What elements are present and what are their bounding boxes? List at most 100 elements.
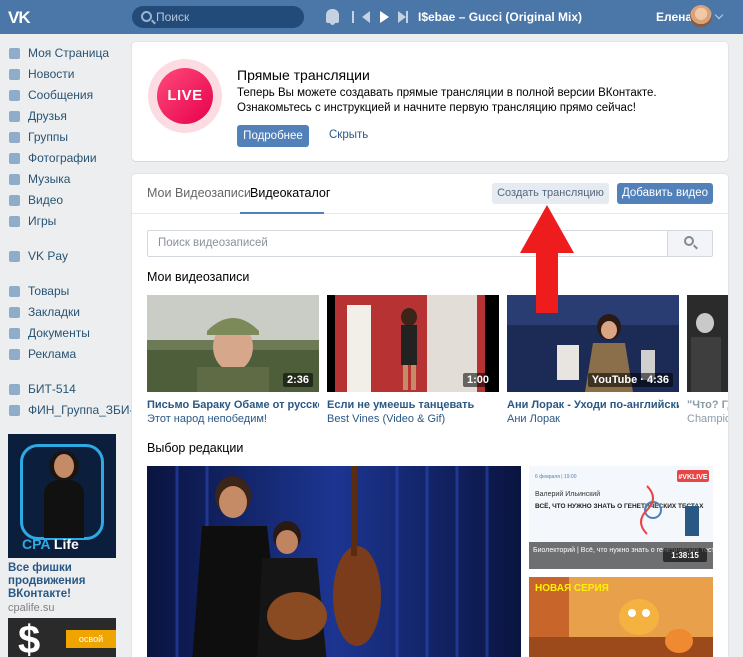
left-sidebar: Моя Страница Новости Сообщения Друзья Группы…: [0, 34, 147, 421]
sidebar-item[interactable]: Группы: [0, 127, 125, 148]
featured-video[interactable]: [147, 466, 521, 657]
add-video-button[interactable]: Добавить видео: [617, 183, 713, 204]
create-stream-button[interactable]: Создать трансляцию: [492, 183, 609, 204]
ad-person-image: [42, 451, 86, 540]
group-icon: [9, 405, 20, 416]
user-name[interactable]: Елена: [656, 10, 692, 24]
video-subtitle[interactable]: Best Vines (Video & Gif): [327, 413, 499, 425]
more-button[interactable]: Подробнее: [237, 125, 309, 147]
notifications-bell-icon[interactable]: [326, 9, 339, 25]
video-search-input[interactable]: Поиск видеозаписей: [147, 230, 713, 257]
video-search-button[interactable]: [667, 231, 712, 256]
sidebar-item-label: Реклама: [28, 347, 77, 361]
video-tabs: Мои Видеозаписи Видеокаталог Создать тра…: [132, 174, 728, 214]
video-duration: 2:36: [282, 373, 313, 387]
my-videos-heading: Мои видеозаписи: [147, 270, 250, 284]
sidebar-item[interactable]: Сообщения: [0, 85, 125, 106]
active-tab-indicator: [240, 212, 324, 214]
top-search-input[interactable]: Поиск: [132, 6, 304, 28]
vkpay-icon: [9, 251, 20, 262]
next-track-icon[interactable]: [398, 11, 408, 23]
sidebar-item-label: Музыка: [28, 172, 71, 186]
vk-logo-icon[interactable]: VK: [8, 8, 33, 27]
side1-speaker: Валерий Ильинский: [535, 490, 600, 498]
video-section: Мои Видеозаписи Видеокаталог Создать тра…: [132, 174, 728, 657]
search-icon: [141, 11, 152, 22]
sidebar-item[interactable]: Закладки: [0, 302, 125, 323]
friends-icon: [9, 111, 20, 122]
video-title[interactable]: Письмо Бараку Обаме от русского ср...: [147, 399, 319, 411]
current-track[interactable]: I$ebae – Gucci (Original Mix): [418, 10, 582, 24]
ads-icon: [9, 349, 20, 360]
sidebar-item-label: Товары: [28, 284, 70, 298]
sidebar-item-label: Моя Страница: [28, 46, 110, 60]
sidebar-ad-2[interactable]: $ освой: [8, 618, 116, 657]
sidebar-item-label: Игры: [28, 214, 57, 228]
chevron-down-icon[interactable]: [714, 10, 724, 20]
sidebar-item-label: Новости: [28, 67, 75, 81]
sidebar-item-label: Сообщения: [28, 88, 94, 102]
sidebar-item-label: Друзья: [28, 109, 67, 123]
side-video-cartoon[interactable]: НОВАЯ СЕРИЯ: [529, 577, 713, 657]
side1-headline: ВСЁ, ЧТО НУЖНО ЗНАТЬ О ГЕНЕТИЧЕСКИХ ТЕСТ…: [535, 502, 704, 510]
play-icon[interactable]: [380, 11, 389, 23]
documents-icon: [9, 328, 20, 339]
sidebar-item[interactable]: Видео: [0, 190, 125, 211]
video-thumbnail[interactable]: [687, 295, 728, 392]
home-icon: [9, 48, 20, 59]
user-avatar[interactable]: [690, 5, 712, 27]
messages-icon: [9, 90, 20, 101]
ad-title[interactable]: Все фишки продвижения ВКонтакте!: [8, 562, 116, 601]
side1-duration: 1:38:15: [671, 551, 699, 560]
sidebar-item-label: БИТ-514: [28, 382, 76, 396]
video-subtitle[interactable]: Ани Лорак: [507, 413, 679, 425]
sidebar-item[interactable]: Документы: [0, 323, 125, 344]
video-icon: [9, 195, 20, 206]
goods-icon: [9, 286, 20, 297]
sidebar-item[interactable]: Реклама: [0, 344, 125, 365]
live-badge-icon: LIVE: [148, 59, 222, 133]
live-stream-promo: LIVE Прямые трансляции Теперь Вы можете …: [132, 42, 728, 161]
side1-date: 6 февраля | 19:00: [535, 474, 577, 480]
hide-link[interactable]: Скрыть: [329, 129, 368, 141]
sidebar-item-label: Фотографии: [28, 151, 97, 165]
video-subtitle[interactable]: Champion: [687, 413, 728, 425]
red-arrow-icon: [520, 205, 574, 313]
sidebar-item[interactable]: Новости: [0, 64, 125, 85]
sidebar-item[interactable]: Фотографии: [0, 148, 125, 169]
new-episode-label: НОВАЯ СЕРИЯ: [535, 583, 609, 594]
ad2-dollar: $: [18, 618, 41, 657]
side-video-genetics[interactable]: #VKLIVE 6 февраля | 19:00 Валерий Ильинс…: [529, 466, 713, 569]
sidebar-item[interactable]: Моя Страница: [0, 43, 125, 64]
video-title[interactable]: Если не умеешь танцевать: [327, 399, 499, 411]
video-duration: YouTube · 4:36: [587, 373, 673, 387]
sidebar-item[interactable]: ФИН_Группа_ЗБИ-21: [0, 400, 147, 421]
ad-url: cpalife.su: [8, 602, 55, 614]
sidebar-item[interactable]: Игры: [0, 211, 125, 232]
groups-icon: [9, 132, 20, 143]
vklive-tag: #VKLIVE: [678, 474, 708, 481]
sidebar-item-label: Видео: [28, 193, 64, 207]
sidebar-ad[interactable]: CPA Life Все фишки продвижения ВКонтакте…: [8, 434, 116, 614]
sidebar-item[interactable]: БИТ-514: [0, 379, 125, 400]
music-icon: [9, 174, 20, 185]
games-icon: [9, 216, 20, 227]
tab-video-catalog[interactable]: Видеокаталог: [250, 186, 330, 200]
editors-choice-heading: Выбор редакции: [147, 441, 244, 455]
sidebar-item[interactable]: Музыка: [0, 169, 125, 190]
ad-image[interactable]: CPA Life: [8, 434, 116, 558]
sidebar-item-label: Документы: [28, 326, 90, 340]
video-title[interactable]: "Что? Где: [687, 399, 728, 411]
video-thumbnail[interactable]: 1:00: [327, 295, 499, 392]
sidebar-item[interactable]: VK Pay: [0, 246, 125, 267]
photos-icon: [9, 153, 20, 164]
sidebar-item[interactable]: Друзья: [0, 106, 125, 127]
sidebar-item-label: Закладки: [28, 305, 80, 319]
video-thumbnail[interactable]: 2:36: [147, 295, 319, 392]
tab-my-videos[interactable]: Мои Видеозаписи: [147, 186, 251, 200]
video-title[interactable]: Ани Лорак - Уходи по-английски: [507, 399, 679, 411]
previous-track-icon[interactable]: [352, 11, 370, 23]
video-subtitle[interactable]: Этот народ непобедим!: [147, 413, 319, 425]
sidebar-item-label: ФИН_Группа_ЗБИ-21: [28, 403, 147, 417]
sidebar-item[interactable]: Товары: [0, 281, 125, 302]
